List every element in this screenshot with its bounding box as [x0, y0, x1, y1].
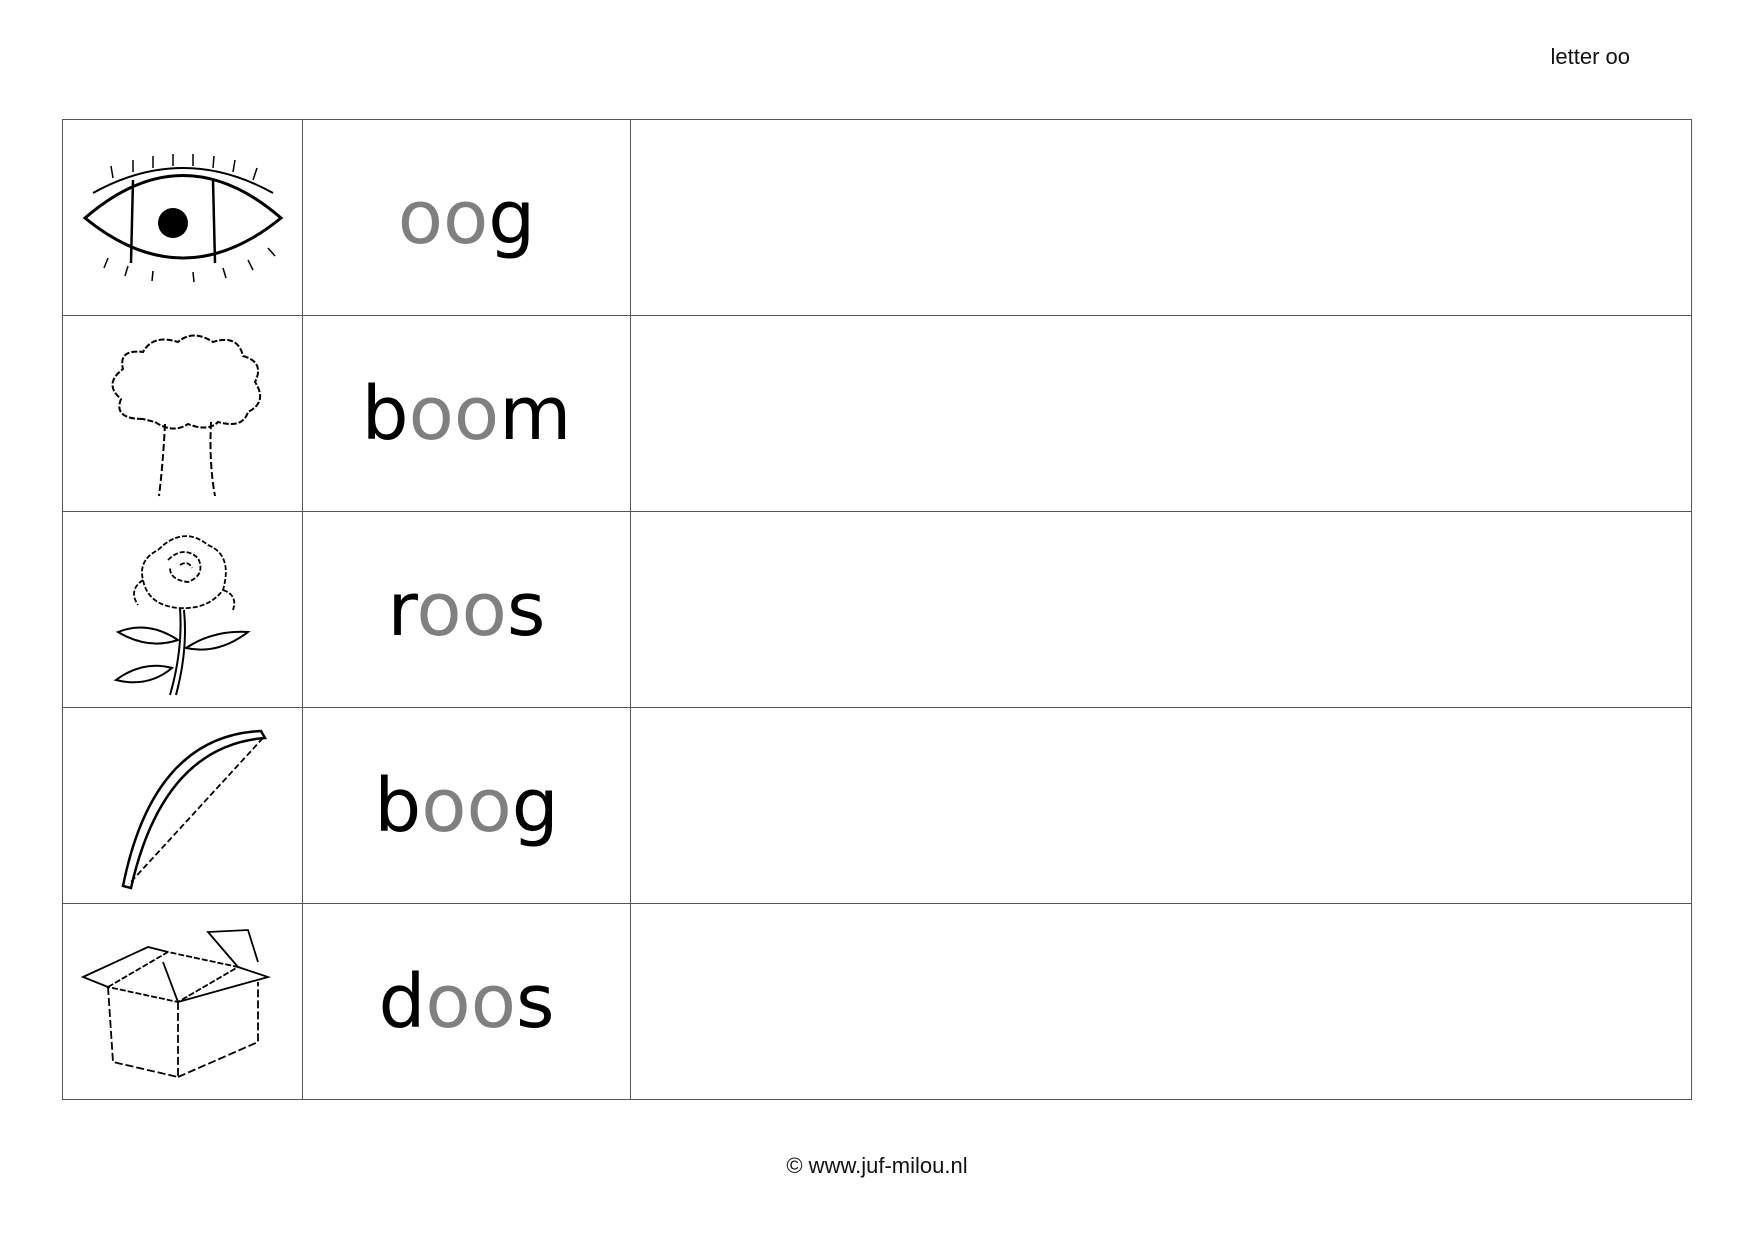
- word-prefix: b: [374, 762, 422, 849]
- table-row: roos: [62, 511, 1692, 708]
- table-row: boog: [62, 707, 1692, 904]
- picture-cell: [62, 707, 303, 904]
- bow-icon: [63, 716, 302, 896]
- picture-cell: [62, 903, 303, 1100]
- word-highlight-oo: oo: [397, 174, 489, 261]
- word-highlight-oo: oo: [408, 370, 500, 457]
- table-row: boom: [62, 315, 1692, 512]
- writing-space[interactable]: [630, 903, 1692, 1100]
- picture-cell: [62, 511, 303, 708]
- tree-icon: [63, 324, 302, 504]
- word-suffix: g: [511, 762, 559, 849]
- word-highlight-oo: oo: [425, 958, 516, 1045]
- picture-cell: [62, 315, 303, 512]
- word-roos: roos: [388, 567, 546, 653]
- word-prefix: b: [361, 370, 409, 457]
- eye-icon: [63, 148, 302, 288]
- word-cell: roos: [302, 511, 631, 708]
- worksheet-table: oog boom roos boog doos: [62, 119, 1692, 1100]
- word-cell: oog: [302, 119, 631, 316]
- word-suffix: s: [515, 958, 555, 1045]
- word-highlight-oo: oo: [416, 566, 507, 653]
- writing-space[interactable]: [630, 511, 1692, 708]
- word-boog: boog: [374, 763, 559, 849]
- word-cell: boom: [302, 315, 631, 512]
- box-icon: [63, 922, 302, 1082]
- word-boom: boom: [362, 371, 572, 457]
- word-cell: doos: [302, 903, 631, 1100]
- table-row: doos: [62, 903, 1692, 1100]
- word-suffix: m: [499, 370, 572, 457]
- footer-copyright: © www.juf-milou.nl: [786, 1153, 968, 1178]
- picture-cell: [62, 119, 303, 316]
- writing-space[interactable]: [630, 315, 1692, 512]
- word-prefix: d: [378, 958, 426, 1045]
- rose-icon: [63, 520, 302, 700]
- word-oog: oog: [398, 175, 536, 261]
- word-prefix: r: [387, 566, 417, 653]
- word-doos: doos: [378, 959, 554, 1045]
- word-suffix: s: [506, 566, 546, 653]
- word-highlight-oo: oo: [421, 762, 512, 849]
- word-cell: boog: [302, 707, 631, 904]
- word-suffix: g: [488, 174, 536, 261]
- page-header-label: letter oo: [1550, 44, 1631, 69]
- table-row: oog: [62, 119, 1692, 316]
- writing-space[interactable]: [630, 707, 1692, 904]
- writing-space[interactable]: [630, 119, 1692, 316]
